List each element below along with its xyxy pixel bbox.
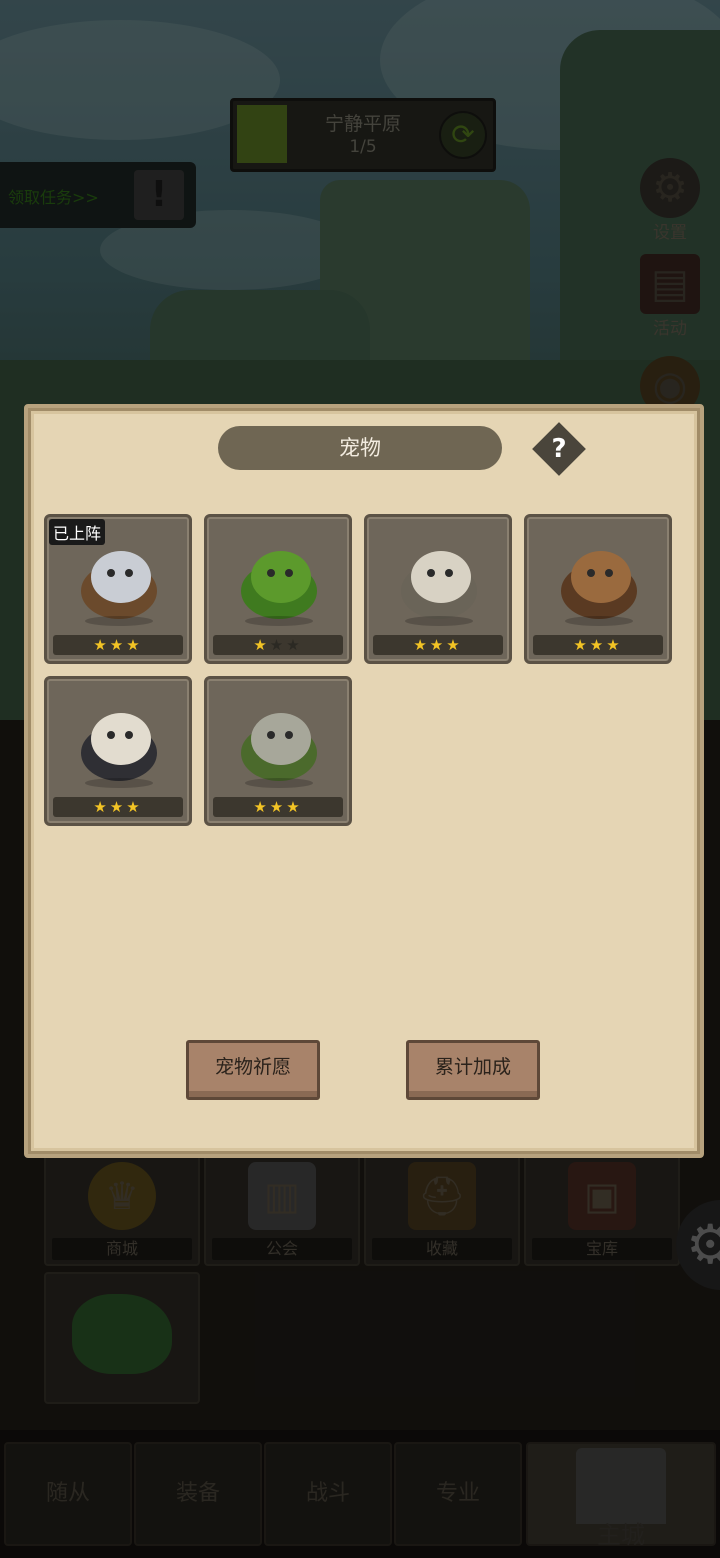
stone-golem-light-icon	[387, 533, 491, 629]
deployed-badge: 已上阵	[49, 519, 106, 545]
fennec-fox-icon	[67, 695, 171, 791]
star-filled-icon: ★	[109, 798, 127, 816]
star-filled-icon: ★	[429, 636, 447, 654]
star-rating: ★★★	[533, 635, 663, 655]
star-empty-icon: ★	[269, 636, 287, 654]
star-rating: ★★★	[373, 635, 503, 655]
pet-card-griffin[interactable]: 已上阵 ★★★	[44, 514, 192, 664]
pet-card-stone-golem-light[interactable]: ★★★	[364, 514, 512, 664]
pet-card-boar[interactable]: ★★★	[524, 514, 672, 664]
star-filled-icon: ★	[253, 636, 270, 654]
star-filled-icon: ★	[413, 636, 430, 654]
star-filled-icon: ★	[126, 636, 143, 654]
star-filled-icon: ★	[446, 636, 463, 654]
help-icon[interactable]: ?	[540, 430, 578, 468]
cumulative-bonus-button[interactable]: 累计加成	[406, 1040, 540, 1100]
green-dragonling-icon	[227, 533, 331, 629]
star-filled-icon: ★	[109, 636, 127, 654]
boar-icon	[547, 533, 651, 629]
stone-golem-moss-icon	[227, 695, 331, 791]
griffin-icon	[67, 533, 171, 629]
star-filled-icon: ★	[286, 798, 303, 816]
star-filled-icon: ★	[93, 636, 110, 654]
pet-card-stone-golem-moss[interactable]: ★★★	[204, 676, 352, 826]
star-filled-icon: ★	[93, 798, 110, 816]
dialog-title: 宠物	[218, 426, 502, 470]
star-filled-icon: ★	[606, 636, 623, 654]
star-filled-icon: ★	[573, 636, 590, 654]
star-rating: ★★★	[53, 635, 183, 655]
pet-wish-button[interactable]: 宠物祈愿	[186, 1040, 320, 1100]
star-filled-icon: ★	[589, 636, 607, 654]
pet-card-fennec-fox[interactable]: ★★★	[44, 676, 192, 826]
pet-card-green-dragonling[interactable]: ★★★	[204, 514, 352, 664]
star-rating: ★★★	[53, 797, 183, 817]
star-empty-icon: ★	[286, 636, 303, 654]
star-rating: ★★★	[213, 797, 343, 817]
star-filled-icon: ★	[269, 798, 287, 816]
star-filled-icon: ★	[253, 798, 270, 816]
star-filled-icon: ★	[126, 798, 143, 816]
star-rating: ★★★	[213, 635, 343, 655]
